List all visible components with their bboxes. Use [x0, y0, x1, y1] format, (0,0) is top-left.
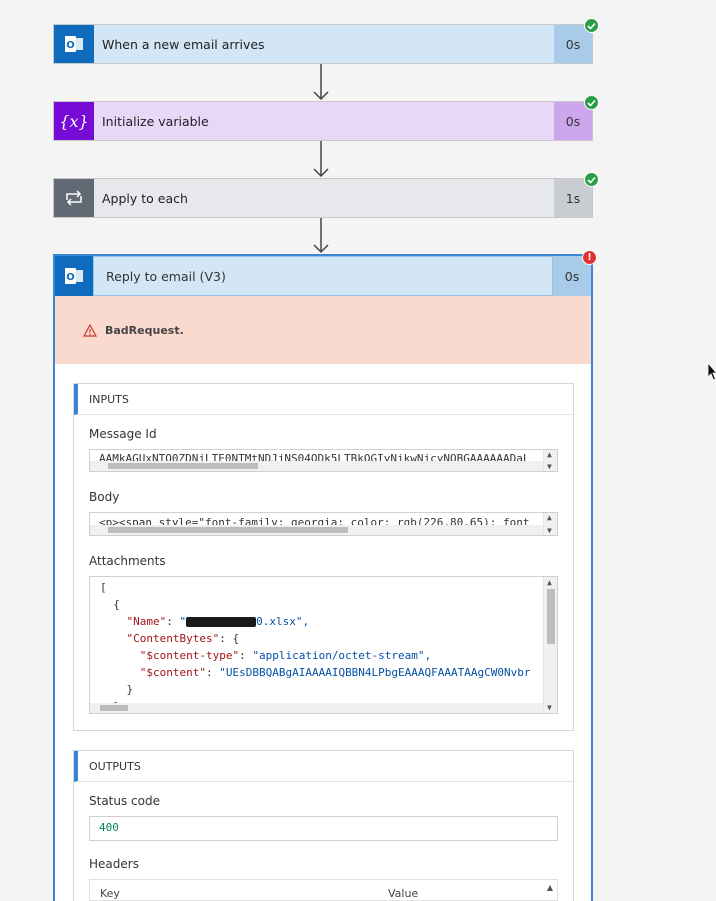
step-initialize-variable[interactable]: {x} Initialize variable 0s [53, 95, 599, 141]
message-id-field[interactable]: AAMkAGUxNTQ0ZDNjLTE0NTMtNDJjNS04ODk5LTBk… [89, 449, 558, 472]
outputs-panel: OUTPUTS Status code 400 Headers Key Valu… [73, 750, 574, 901]
status-code-field[interactable]: 400 [89, 816, 558, 841]
success-check-icon [584, 95, 599, 110]
success-check-icon [584, 172, 599, 187]
step-label: Apply to each [102, 190, 188, 206]
svg-text:O: O [66, 40, 75, 51]
outputs-title: OUTPUTS [74, 751, 573, 782]
column-value: Value [388, 887, 419, 900]
mouse-cursor-icon [707, 362, 716, 381]
error-message: BadRequest. [105, 323, 184, 337]
step-label: Initialize variable [102, 113, 209, 129]
vertical-scrollbar[interactable]: ▲ ▼ [543, 450, 557, 471]
step-when-new-email-arrives[interactable]: O When a new email arrives 0s [53, 18, 599, 64]
body-label: Body [89, 490, 120, 504]
inputs-title: INPUTS [74, 384, 573, 415]
redacted-text [186, 617, 257, 627]
vertical-scrollbar[interactable]: ▲ ▼ [543, 577, 557, 713]
step-apply-to-each[interactable]: Apply to each 1s [53, 172, 599, 218]
outlook-icon: O [54, 25, 94, 63]
error-banner: BadRequest. [55, 296, 591, 364]
attachments-field[interactable]: [ { "Name": " 0.xlsx", "ContentBytes": { … [89, 576, 558, 714]
horizontal-scrollbar[interactable] [90, 461, 543, 471]
scroll-up-icon[interactable]: ▲ [547, 884, 553, 892]
outlook-icon: O [55, 256, 93, 296]
loop-icon [54, 179, 94, 217]
step-reply-to-email: O Reply to email (V3) 0s ! BadRequest. I… [53, 250, 597, 901]
horizontal-scrollbar[interactable] [90, 525, 543, 535]
attachments-label: Attachments [89, 554, 166, 568]
arrow-down-icon [313, 64, 329, 101]
status-code-value: 400 [99, 821, 119, 834]
horizontal-scrollbar[interactable] [90, 703, 543, 713]
success-check-icon [584, 18, 599, 33]
headers-label: Headers [89, 857, 139, 871]
vertical-scrollbar[interactable]: ▲ ▼ [543, 513, 557, 535]
warning-icon [83, 323, 97, 337]
message-id-label: Message Id [89, 427, 157, 441]
error-icon: ! [582, 250, 597, 265]
step-header[interactable]: O Reply to email (V3) 0s [55, 256, 591, 296]
body-field[interactable]: <p><span style="font-family: georgia; co… [89, 512, 558, 536]
headers-table: Key Value ▲ [89, 879, 558, 901]
column-key: Key [100, 887, 120, 900]
step-label: Reply to email (V3) [93, 256, 553, 296]
arrow-down-icon [313, 141, 329, 178]
svg-text:O: O [66, 272, 75, 283]
step-label: When a new email arrives [102, 36, 265, 52]
status-code-label: Status code [89, 794, 160, 808]
variable-icon: {x} [54, 102, 94, 140]
arrow-down-icon [313, 218, 329, 254]
inputs-panel: INPUTS Message Id AAMkAGUxNTQ0ZDNjLTE0NT… [73, 383, 574, 731]
attachments-json: [ { "Name": " 0.xlsx", "ContentBytes": { … [100, 581, 531, 713]
